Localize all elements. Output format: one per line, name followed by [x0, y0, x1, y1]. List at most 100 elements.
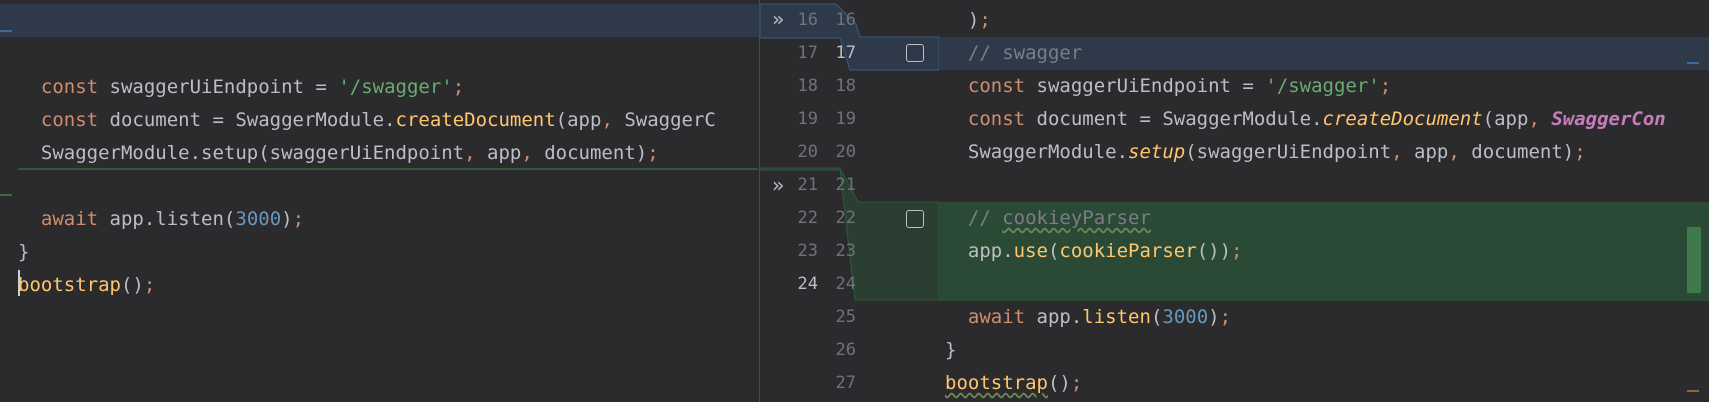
- code-token: '/swagger': [338, 76, 453, 98]
- code-token: 3000: [1162, 306, 1209, 328]
- right-editor-pane[interactable]: ); // swagger const swaggerUiEndpoint = …: [939, 0, 1709, 402]
- code-token: ,: [521, 142, 533, 164]
- code-line: SwaggerModule.setup(swaggerUiEndpoint, a…: [0, 137, 759, 170]
- code-token: ()): [1196, 240, 1232, 262]
- code-token: await: [967, 306, 1026, 328]
- line-number: 27: [835, 373, 856, 393]
- code-token: ,: [1391, 141, 1403, 163]
- code-token: SwaggerModule.setup(swaggerUiEndpoint: [18, 142, 465, 164]
- code-token: cookieParser: [1059, 240, 1197, 262]
- diff-gutter: 16 17 18 19 20 21 22 23 24 16 17 18 19 20 21 22 23 24 25 2…: [759, 0, 940, 402]
- code-token: app.listen(: [98, 208, 236, 230]
- line-number: 21: [835, 175, 856, 195]
- code-text: app.use(cookieParser());: [945, 235, 1243, 268]
- code-token: swaggerUiEndpoint =: [1025, 75, 1266, 97]
- line-number: 20: [835, 142, 856, 162]
- code-token: createDocument: [1322, 108, 1483, 130]
- code-text: const document = SwaggerModule.createDoc…: [945, 103, 1666, 136]
- code-token: ;: [452, 76, 465, 98]
- changed-line-highlight: [0, 4, 759, 37]
- code-token: createDocument: [395, 109, 556, 131]
- code-token: (app: [555, 109, 602, 131]
- line-number: 26: [835, 340, 856, 360]
- code-token: ,: [601, 109, 613, 131]
- code-line: await app.listen(3000);: [0, 203, 759, 236]
- code-token: listen: [1082, 306, 1151, 328]
- code-token: SwaggerCon: [1551, 108, 1666, 130]
- code-line: const swaggerUiEndpoint = '/swagger';: [939, 70, 1709, 103]
- code-text: // cookieyParser: [945, 202, 1151, 235]
- code-token: ): [281, 208, 293, 230]
- code-token: ;: [143, 274, 156, 296]
- line-number: 24: [835, 274, 856, 294]
- code-token: ;: [1219, 306, 1232, 328]
- code-line: }: [0, 236, 759, 269]
- code-token: setup: [1128, 141, 1186, 163]
- code-token: const: [967, 75, 1026, 97]
- code-line: }: [939, 334, 1709, 367]
- code-token: (app: [1482, 108, 1529, 130]
- code-token: ;: [647, 142, 659, 164]
- code-token: (): [120, 274, 144, 296]
- line-number: 16: [835, 10, 856, 30]
- line-number: 18: [797, 76, 818, 96]
- code-token: ;: [1231, 240, 1243, 262]
- code-token: ,: [464, 142, 476, 164]
- code-token: }: [945, 339, 957, 361]
- code-token: (: [1150, 306, 1163, 328]
- code-token: // swagger: [967, 42, 1083, 64]
- line-number: 18: [835, 76, 856, 96]
- code-token: ;: [292, 208, 305, 230]
- code-text: SwaggerModule.setup(swaggerUiEndpoint, a…: [945, 136, 1586, 169]
- code-token: app.: [945, 240, 1014, 262]
- code-token: (swaggerUiEndpoint: [1185, 141, 1392, 163]
- include-change-checkbox[interactable]: [906, 210, 924, 228]
- line-number: 19: [797, 109, 818, 129]
- code-token: 3000: [235, 208, 282, 230]
- line-number: 25: [835, 307, 856, 327]
- code-token: document): [532, 142, 648, 164]
- code-token: ;: [1379, 75, 1392, 97]
- code-token: (): [1047, 372, 1071, 394]
- code-line: app.use(cookieParser());: [939, 235, 1709, 268]
- line-number: 20: [797, 142, 818, 162]
- code-token: document = SwaggerModule.: [98, 109, 396, 131]
- left-editor-pane[interactable]: const swaggerUiEndpoint = '/swagger'; co…: [0, 0, 759, 402]
- code-text: const document = SwaggerModule.createDoc…: [18, 104, 716, 137]
- code-token: SwaggerModule.: [945, 141, 1129, 163]
- code-token: (: [1047, 240, 1060, 262]
- code-token: bootstrap: [945, 372, 1048, 394]
- code-token: const: [40, 76, 99, 98]
- code-token: SwaggerC: [612, 109, 716, 131]
- code-text: bootstrap();: [945, 367, 1082, 400]
- code-token: app.: [1025, 306, 1083, 328]
- text-caret: [18, 270, 20, 296]
- code-token: cookieyParser: [1002, 207, 1151, 229]
- code-line: // swagger: [939, 37, 1709, 70]
- line-number: 17: [835, 43, 856, 63]
- code-line: const swaggerUiEndpoint = '/swagger';: [0, 71, 759, 104]
- line-number: 22: [797, 208, 818, 228]
- code-token: document = SwaggerModule.: [1025, 108, 1323, 130]
- include-change-checkbox[interactable]: [906, 44, 924, 62]
- apply-change-chevron-icon[interactable]: »: [772, 4, 784, 37]
- code-text: // swagger: [945, 37, 1082, 70]
- code-token: app: [475, 142, 522, 164]
- line-number: 23: [835, 241, 856, 261]
- code-token: ): [1208, 306, 1220, 328]
- code-token: bootstrap: [18, 274, 121, 296]
- apply-change-chevron-icon[interactable]: »: [772, 170, 784, 203]
- code-line: bootstrap();: [939, 367, 1709, 400]
- code-token: const: [40, 109, 99, 131]
- code-line: await app.listen(3000);: [939, 301, 1709, 334]
